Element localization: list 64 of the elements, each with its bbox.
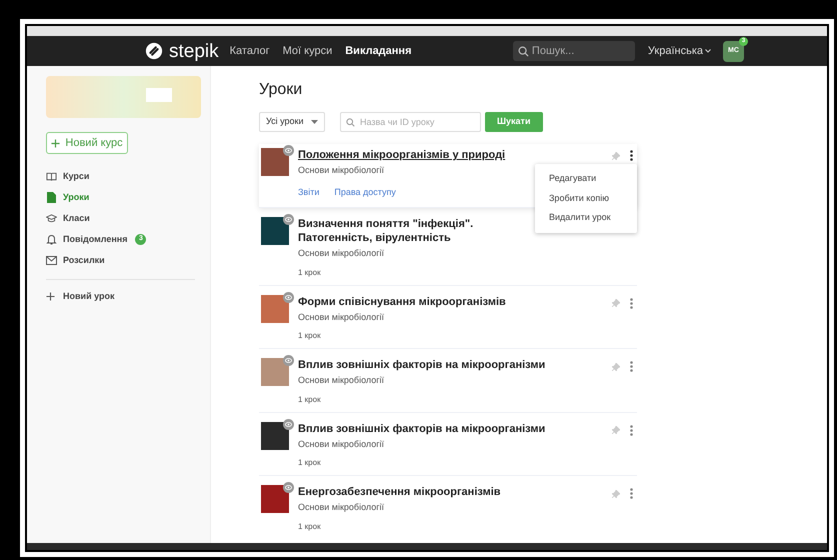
menu-item[interactable]: Зробити копію: [535, 188, 637, 208]
step-count: 1 крок: [298, 522, 322, 532]
pin-icon: [612, 152, 620, 160]
plus-icon: [51, 138, 60, 148]
nav-link[interactable]: Каталог: [230, 42, 270, 60]
menu-item[interactable]: Видалити урок: [535, 208, 637, 228]
photo-placeholder: [261, 358, 289, 386]
pin-icon: [612, 426, 620, 434]
sidebar-item[interactable]: Уроки: [46, 187, 191, 208]
lesson-link[interactable]: Звіти: [298, 186, 320, 199]
photo-placeholder: [261, 217, 289, 245]
menu-item[interactable]: Редагувати: [535, 169, 637, 188]
step-count: 1 крок: [298, 458, 322, 468]
lesson-title-link[interactable]: Форми співіснування мікроорганізмів: [298, 294, 635, 308]
search-field[interactable]: Пошук...: [512, 41, 635, 61]
lesson-icon: [46, 192, 57, 203]
book-icon: [46, 172, 57, 182]
caret-icon: [705, 49, 711, 53]
page-title: Уроки: [259, 80, 304, 100]
course-name: Основи мікробіології: [298, 501, 386, 514]
lesson-title-link[interactable]: Вплив зовнішніх факторів на мікроорганізми: [298, 358, 635, 372]
pin-icon: [612, 362, 620, 370]
nav-link[interactable]: Викладання: [345, 42, 412, 60]
eye-icon: [283, 482, 294, 493]
eye-icon: [283, 355, 294, 366]
lesson-title-link[interactable]: Вплив зовнішніх факторів на мікроорганізми: [298, 422, 635, 436]
search-icon: [346, 118, 355, 127]
logo-icon: [145, 42, 163, 60]
course-name: Основи мікробіології: [298, 247, 386, 260]
lesson-link[interactable]: Права доступу: [334, 186, 396, 199]
filter-dropdown[interactable]: Усі уроки: [259, 112, 325, 132]
logo-text: stepik: [169, 42, 219, 60]
language-dropdown[interactable]: Українська: [648, 42, 711, 60]
eye-icon: [283, 214, 294, 225]
step-count: 1 крок: [298, 331, 322, 341]
new-lesson-link[interactable]: Новий урок: [46, 290, 191, 304]
search-icon: [518, 46, 529, 57]
photo-placeholder: [261, 148, 289, 176]
lesson-title-link[interactable]: Положення мікроорганізмів у природі: [298, 148, 635, 162]
course-name: Основи мікробіології: [298, 374, 386, 387]
class-icon: [46, 214, 57, 223]
pin-icon: [612, 490, 620, 498]
mail-icon: [46, 256, 57, 265]
sidebar-item[interactable]: Курси: [46, 166, 191, 187]
plus-icon: [46, 292, 55, 302]
photo-placeholder: [261, 294, 289, 322]
step-count: 1 крок: [298, 268, 322, 278]
sidebar-item[interactable]: Класи: [46, 208, 191, 229]
caret-icon: [311, 120, 318, 124]
eye-icon: [283, 292, 294, 302]
photo-placeholder: [261, 422, 289, 450]
course-name: Основи мікробіології: [298, 310, 386, 324]
step-count: 1 крок: [298, 394, 322, 404]
more-options-button[interactable]: [630, 150, 633, 161]
course-name: Основи мікробіології: [298, 164, 386, 177]
bell-icon: [46, 234, 57, 245]
photo-placeholder: [261, 485, 289, 513]
sidebar-item[interactable]: Розсилки: [46, 250, 191, 271]
pin-icon: [612, 299, 620, 307]
course-name: Основи мікробіології: [298, 438, 386, 451]
lesson-title-link[interactable]: Енергозабезпечення мікроорганізмів: [298, 485, 635, 499]
search-field[interactable]: Назва чи ID уроку: [340, 112, 481, 132]
eye-icon: [283, 418, 294, 430]
nav-link[interactable]: Мої курси: [282, 42, 332, 60]
